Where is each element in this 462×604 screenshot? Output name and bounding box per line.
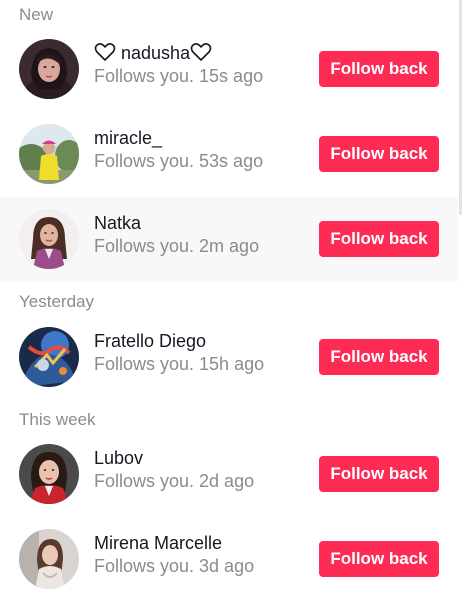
notification-row[interactable]: nadusha Follows you. 15s ago Follow back — [0, 27, 458, 112]
username[interactable]: Lubov — [94, 447, 143, 469]
username[interactable]: nadusha — [94, 42, 212, 64]
notification-row[interactable]: Mirena Marcelle Follows you. 3d ago Foll… — [0, 517, 458, 602]
avatar[interactable] — [19, 327, 79, 387]
follow-notice-text: Follows you. 3d ago — [94, 556, 255, 576]
avatar[interactable] — [19, 209, 79, 269]
avatar[interactable] — [19, 444, 79, 504]
avatar[interactable] — [19, 529, 79, 589]
username[interactable]: Mirena Marcelle — [94, 532, 222, 554]
username[interactable]: Fratello Diego — [94, 330, 206, 352]
section-header-yesterday: Yesterday — [19, 292, 94, 311]
heart-outline-icon — [190, 42, 212, 62]
follow-notice-text: Follows you. 53s ago — [94, 151, 264, 171]
section-header-new: New — [19, 5, 54, 24]
follow-back-button[interactable]: Follow back — [319, 456, 439, 492]
username[interactable]: Natka — [94, 212, 141, 234]
notification-row[interactable]: Fratello Diego Follows you. 15h ago Foll… — [0, 315, 458, 400]
username-text: nadusha — [121, 43, 191, 63]
heart-outline-icon — [94, 42, 116, 62]
section-header-this-week: This week — [19, 410, 96, 429]
follow-back-button[interactable]: Follow back — [319, 221, 439, 257]
notification-row[interactable]: Lubov Follows you. 2d ago Follow back — [0, 432, 458, 517]
notification-row[interactable]: miracle_ Follows you. 53s ago Follow bac… — [0, 112, 458, 197]
follow-back-button[interactable]: Follow back — [319, 541, 439, 577]
follow-notice-text: Follows you. 15h ago — [94, 354, 265, 374]
follow-notice-text: Follows you. 2d ago — [94, 471, 255, 491]
follow-back-button[interactable]: Follow back — [319, 339, 439, 375]
notification-row[interactable]: Natka Follows you. 2m ago Follow back — [0, 197, 458, 282]
follow-back-button[interactable]: Follow back — [319, 51, 439, 87]
follow-notice-text: Follows you. 2m ago — [94, 236, 260, 256]
avatar[interactable] — [19, 124, 79, 184]
follow-notice-text: Follows you. 15s ago — [94, 66, 264, 86]
follow-back-button[interactable]: Follow back — [319, 136, 439, 172]
followers-activity-panel: New nadusha Follows you. 15s ago Follow … — [0, 0, 462, 604]
username[interactable]: miracle_ — [94, 127, 162, 149]
avatar[interactable] — [19, 39, 79, 99]
